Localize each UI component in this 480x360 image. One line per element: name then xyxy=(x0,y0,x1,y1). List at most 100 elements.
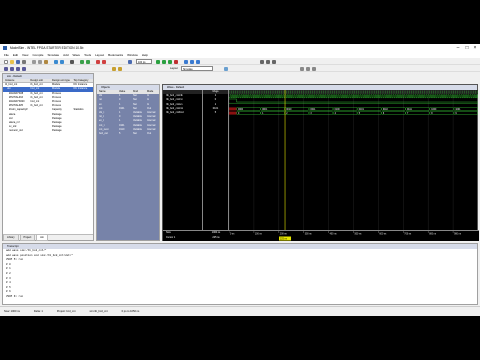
layout-label: Layout xyxy=(170,67,178,70)
wave-signal-name[interactable]: /tb_bcd_cnt/bcd xyxy=(163,111,202,115)
timeline-label: 400 ns xyxy=(330,234,338,236)
status-now: Now: 1000 ns xyxy=(4,310,20,313)
save-icon[interactable] xyxy=(16,59,20,64)
status-bar: Now: 1000 ns Delta: 1 Project: bcd_cnt s… xyxy=(0,306,480,316)
wave-tool-icon[interactable] xyxy=(4,66,8,71)
objects-cell: Out xyxy=(147,131,152,135)
memory-icon[interactable] xyxy=(22,66,26,71)
compile-icon[interactable] xyxy=(80,59,84,64)
new-file-icon[interactable] xyxy=(4,59,8,64)
transcript-content[interactable]: add wave sim:/tb_bcd_cnt/* add wave posit… xyxy=(3,249,477,305)
col-top-category[interactable]: Top Category xyxy=(73,79,93,82)
col-design-unit-type[interactable]: Design unit type xyxy=(52,79,74,82)
cnt-segment-label: 0100 xyxy=(335,109,341,111)
break-icon[interactable] xyxy=(102,59,106,64)
col-instance[interactable]: Instance xyxy=(3,79,30,82)
step-out-icon[interactable] xyxy=(196,59,200,64)
objects-cell: Net xyxy=(133,131,137,135)
zoom-full-icon[interactable] xyxy=(272,59,276,64)
close-button[interactable]: × xyxy=(471,44,479,52)
objects-cell: bcd_out xyxy=(99,131,108,135)
menu-file[interactable]: File xyxy=(4,53,9,57)
objects-panel: Objects Name Value Kind Mode clk 1 Net In rs… xyxy=(96,84,160,241)
menu-tools[interactable]: Tools xyxy=(84,53,91,57)
wave-zoom-in-icon[interactable] xyxy=(300,66,304,71)
step-icon[interactable] xyxy=(184,59,188,64)
menu-add[interactable]: Add xyxy=(63,53,68,57)
bcd-segment xyxy=(381,111,406,115)
tab-project[interactable]: Project xyxy=(19,235,36,241)
menu-compile[interactable]: Compile xyxy=(32,53,43,57)
timeline-label: 900 ns xyxy=(454,234,462,236)
list-tool-icon[interactable] xyxy=(10,66,14,71)
title-bar: ModelSim - INTEL FPGA STARTER EDITION 10… xyxy=(0,44,480,52)
copy-icon[interactable] xyxy=(38,59,42,64)
toolbar-row-2: Layout Simulate xyxy=(0,65,480,72)
tab-sim[interactable]: sim xyxy=(36,235,49,241)
step-over-icon[interactable] xyxy=(190,59,194,64)
paste-icon[interactable] xyxy=(44,59,48,64)
sim-cell xyxy=(30,129,51,133)
restart-icon[interactable] xyxy=(128,59,132,64)
continue-icon[interactable] xyxy=(162,59,166,64)
menu-simulate[interactable]: Simulate xyxy=(47,53,59,57)
timeline-ruler[interactable]: 0 ns 100 ns 200 ns 300 ns 400 ns 500 ns 600 ns… xyxy=(229,231,478,242)
objects-row[interactable]: bcd_out 5 Net Out xyxy=(97,132,159,136)
status-delta: Delta: 1 xyxy=(33,310,43,313)
menu-bookmarks[interactable]: Bookmarks xyxy=(108,53,123,57)
open-folder-icon[interactable] xyxy=(10,59,14,64)
sim-tree-row[interactable]: numeric_std Package xyxy=(3,129,93,133)
stop-icon[interactable] xyxy=(174,59,178,64)
menu-window[interactable]: Window xyxy=(127,53,138,57)
waveform-canvas[interactable]: 0000 0001 0010 0011 0100 0101 0110 0111 1000 1001… xyxy=(229,90,478,230)
wave-expand-icon[interactable] xyxy=(312,66,316,71)
cursor-label: Cursor 1 xyxy=(166,236,176,239)
objects-list: clk 1 Net In rst 0 Net In en 1 Net In cnt 0101 Net Out c… xyxy=(97,94,159,136)
zoom-in-icon[interactable] xyxy=(260,59,264,64)
timeline-label: 800 ns xyxy=(429,234,437,236)
print-icon[interactable] xyxy=(22,59,26,64)
col-design-unit[interactable]: Design unit xyxy=(30,79,52,82)
minimize-button[interactable]: – xyxy=(454,44,462,52)
sim-tree: tb_bcd_cnt tb_bcd_cnt Module DU Instance dut… xyxy=(3,83,93,133)
run-icon[interactable] xyxy=(156,59,160,64)
layout-select[interactable]: Simulate xyxy=(181,66,213,71)
undo-icon[interactable] xyxy=(54,59,58,64)
bcd-unknown-segment xyxy=(229,111,237,115)
modelsim-window: ModelSim - INTEL FPGA STARTER EDITION 10… xyxy=(0,44,480,316)
maximize-button[interactable]: □ xyxy=(463,44,471,52)
status-sim: sim:/tb_bcd_cnt xyxy=(89,310,108,313)
menu-help[interactable]: Help xyxy=(142,53,148,57)
menu-edit[interactable]: Edit xyxy=(13,53,18,57)
menu-layout[interactable]: Layout xyxy=(95,53,104,57)
run-length-field[interactable]: 100 ps xyxy=(136,59,152,64)
window-title: ModelSim - INTEL FPGA STARTER EDITION 10… xyxy=(10,46,84,50)
menu-wave[interactable]: Wave xyxy=(73,53,81,57)
timeline-label: 500 ns xyxy=(355,234,363,236)
sim-cell xyxy=(73,129,93,133)
timeline-label: 100 ns xyxy=(255,234,263,236)
tab-library[interactable]: Library xyxy=(3,235,19,241)
bcd-segment xyxy=(236,111,261,115)
zoom-out-icon[interactable] xyxy=(266,59,270,64)
run-all-icon[interactable] xyxy=(168,59,172,64)
cut-icon[interactable] xyxy=(32,59,36,64)
timeline-label: 700 ns xyxy=(404,234,412,236)
find-icon[interactable] xyxy=(70,59,74,64)
compile-all-icon[interactable] xyxy=(86,59,90,64)
cursor-delete-icon[interactable] xyxy=(118,66,122,71)
simulate-icon[interactable] xyxy=(96,59,100,64)
wave-zoom-out-icon[interactable] xyxy=(306,66,310,71)
redo-icon[interactable] xyxy=(60,59,64,64)
cursor-add-icon[interactable] xyxy=(112,66,116,71)
bookmark-icon[interactable] xyxy=(224,66,228,71)
timeline-label: 600 ns xyxy=(379,234,387,236)
cnt-segment-label: 1001 xyxy=(455,109,461,111)
dataflow-icon[interactable] xyxy=(16,66,20,71)
wave-signal-value: 5 xyxy=(214,110,217,114)
app-icon xyxy=(3,46,7,50)
bcd-segment xyxy=(308,111,334,115)
menu-view[interactable]: View xyxy=(22,53,28,57)
cnt-unknown-segment xyxy=(229,107,237,111)
bcd-segment xyxy=(260,111,285,115)
